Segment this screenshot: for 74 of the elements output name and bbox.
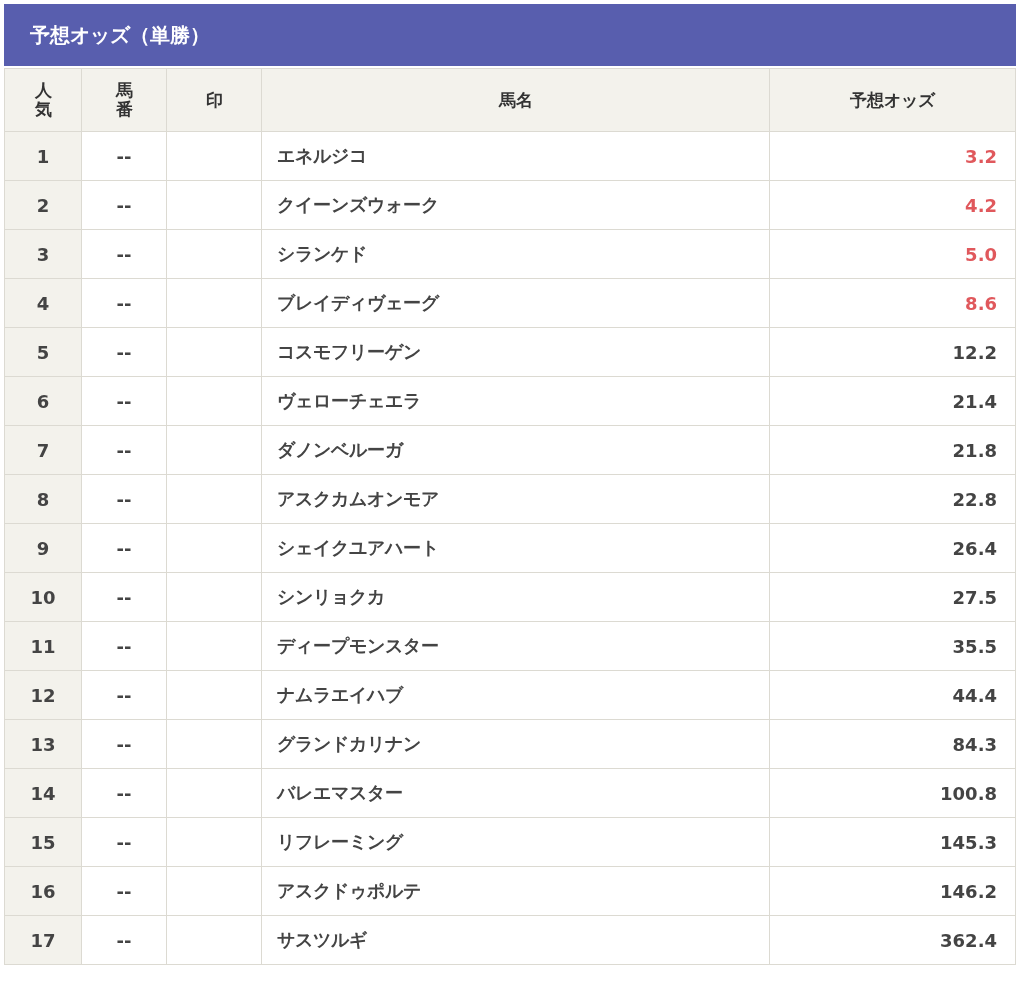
odds-cell: 3.2 [769,131,1016,181]
rank-cell: 8 [4,474,82,524]
rank-cell: 12 [4,670,82,720]
odds-cell: 12.2 [769,327,1016,377]
odds-cell: 21.8 [769,425,1016,475]
horse-name: コスモフリーゲン [261,327,770,377]
column-header: 人気 [4,68,82,132]
odds-cell: 146.2 [769,866,1016,916]
odds-cell: 5.0 [769,229,1016,279]
horse-name: バレエマスター [261,768,770,818]
number-cell: -- [81,474,167,524]
rank-cell: 3 [4,229,82,279]
number-cell: -- [81,866,167,916]
number-cell: -- [81,180,167,230]
horse-name: シンリョクカ [261,572,770,622]
odds-cell: 44.4 [769,670,1016,720]
rank-cell: 5 [4,327,82,377]
rank-cell: 16 [4,866,82,916]
number-cell: -- [81,621,167,671]
number-cell: -- [81,768,167,818]
odds-cell: 8.6 [769,278,1016,328]
number-cell: -- [81,817,167,867]
rank-cell: 9 [4,523,82,573]
rank-cell: 6 [4,376,82,426]
horse-name: シェイクユアハート [261,523,770,573]
odds-cell: 27.5 [769,572,1016,622]
rank-cell: 11 [4,621,82,671]
horse-name: アスクドゥポルテ [261,866,770,916]
rank-cell: 13 [4,719,82,769]
horse-name: ダノンベルーガ [261,425,770,475]
horse-name: ディープモンスター [261,621,770,671]
horse-name: リフレーミング [261,817,770,867]
number-cell: -- [81,719,167,769]
number-cell: -- [81,376,167,426]
odds-cell: 84.3 [769,719,1016,769]
column-header: 印 [166,68,262,132]
number-cell: -- [81,670,167,720]
table-title: 予想オッズ（単勝） [30,21,210,49]
number-cell: -- [81,572,167,622]
odds-cell: 4.2 [769,180,1016,230]
horse-name: シランケド [261,229,770,279]
horse-name: ヴェローチェエラ [261,376,770,426]
rank-cell: 4 [4,278,82,328]
rank-cell: 17 [4,915,82,965]
horse-name: グランドカリナン [261,719,770,769]
odds-cell: 21.4 [769,376,1016,426]
number-cell: -- [81,278,167,328]
number-cell: -- [81,915,167,965]
horse-name: ナムラエイハブ [261,670,770,720]
number-cell: -- [81,523,167,573]
column-header: 馬番 [81,68,167,132]
number-cell: -- [81,229,167,279]
number-cell: -- [81,425,167,475]
odds-cell: 22.8 [769,474,1016,524]
column-header: 馬名 [261,68,770,132]
rank-cell: 15 [4,817,82,867]
rank-cell: 2 [4,180,82,230]
rank-cell: 10 [4,572,82,622]
rank-cell: 1 [4,131,82,181]
horse-name: サスツルギ [261,915,770,965]
horse-name: エネルジコ [261,131,770,181]
odds-cell: 35.5 [769,621,1016,671]
number-cell: -- [81,327,167,377]
odds-cell: 100.8 [769,768,1016,818]
odds-cell: 26.4 [769,523,1016,573]
horse-name: アスクカムオンモア [261,474,770,524]
rank-cell: 7 [4,425,82,475]
horse-name: クイーンズウォーク [261,180,770,230]
horse-name: ブレイディヴェーグ [261,278,770,328]
column-header: 予想オッズ [769,68,1016,132]
odds-cell: 362.4 [769,915,1016,965]
number-cell: -- [81,131,167,181]
odds-cell: 145.3 [769,817,1016,867]
rank-cell: 14 [4,768,82,818]
